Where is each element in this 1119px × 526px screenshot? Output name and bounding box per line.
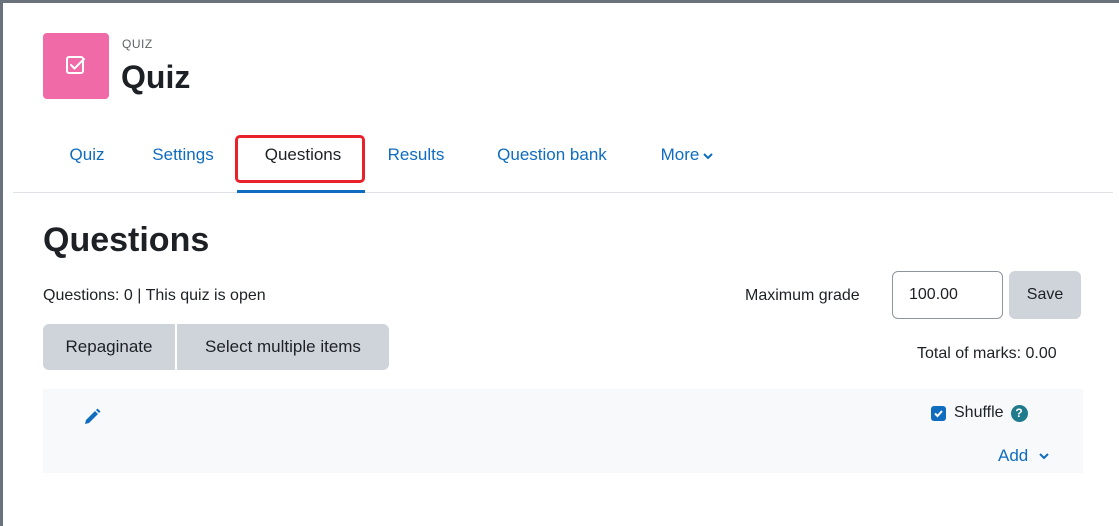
save-button[interactable]: Save: [1009, 271, 1081, 319]
tab-label: Question bank: [497, 145, 607, 164]
shuffle-control: Shuffle ?: [931, 403, 1028, 423]
edit-pencil-icon[interactable]: [81, 407, 103, 429]
total-marks: Total of marks: 0.00: [917, 345, 1057, 362]
chevron-down-icon: [703, 145, 714, 165]
active-tab-indicator: [237, 190, 365, 193]
shuffle-checkbox[interactable]: [931, 405, 946, 421]
secondary-navigation: Quiz Settings Questions Results Question…: [13, 133, 1113, 193]
help-icon[interactable]: ?: [1010, 404, 1028, 422]
quiz-checkbox-icon: [43, 33, 109, 99]
tab-label: Settings: [152, 145, 214, 164]
add-dropdown[interactable]: Add: [998, 445, 1049, 466]
tab-questions[interactable]: Questions: [241, 145, 365, 191]
page-frame: QUIZ Quiz Quiz Settings Questions Result…: [0, 0, 1119, 526]
tab-label: Quiz: [69, 145, 105, 164]
maximum-grade-label: Maximum grade: [745, 287, 860, 304]
tab-label: Questions: [264, 145, 342, 164]
tab-settings[interactable]: Settings: [146, 145, 220, 191]
module-type-label: QUIZ: [122, 37, 153, 51]
page-title: Questions: [43, 221, 210, 259]
chevron-down-icon: [1039, 445, 1049, 465]
tab-more[interactable]: More: [652, 145, 722, 191]
quiz-status: Questions: 0 | This quiz is open: [43, 287, 266, 304]
module-title: Quiz: [121, 59, 191, 95]
quiz-section: Shuffle ? Add: [43, 389, 1083, 473]
tab-question-bank[interactable]: Question bank: [487, 145, 617, 191]
tab-quiz[interactable]: Quiz: [67, 145, 107, 191]
repaginate-button[interactable]: Repaginate: [43, 324, 175, 370]
tab-results[interactable]: Results: [384, 145, 448, 191]
shuffle-label: Shuffle: [954, 404, 1004, 421]
tab-label: More: [660, 145, 700, 164]
add-label: Add: [998, 446, 1029, 465]
tab-label: Results: [387, 145, 445, 164]
select-multiple-button[interactable]: Select multiple items: [177, 324, 389, 370]
maximum-grade-input[interactable]: [892, 271, 1003, 319]
